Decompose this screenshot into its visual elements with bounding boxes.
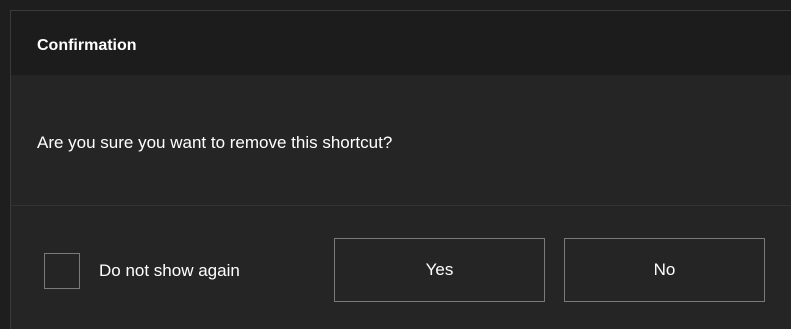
- dialog-title: Confirmation: [37, 37, 137, 54]
- no-button[interactable]: No: [564, 238, 765, 302]
- dialog-title-bar: Confirmation: [11, 11, 791, 75]
- do-not-show-again-checkbox[interactable]: [44, 253, 80, 289]
- dialog-divider: [11, 205, 791, 206]
- dialog-message: Are you sure you want to remove this sho…: [37, 133, 393, 152]
- yes-button[interactable]: Yes: [334, 238, 545, 302]
- do-not-show-again-label: Do not show again: [99, 261, 240, 280]
- do-not-show-again-option[interactable]: Do not show again: [44, 253, 240, 289]
- confirmation-dialog: Confirmation Are you sure you want to re…: [10, 10, 791, 329]
